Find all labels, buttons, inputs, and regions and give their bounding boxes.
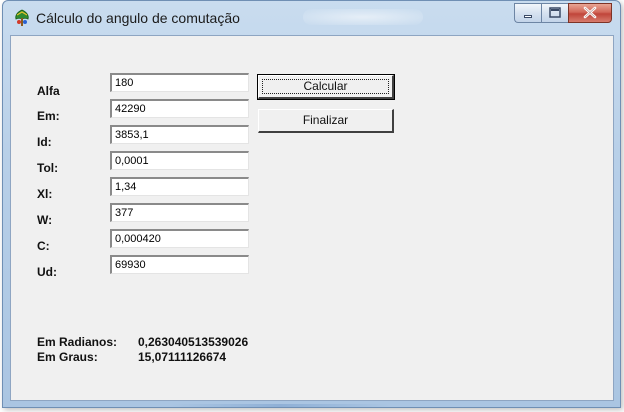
ud-label: Ud: [37, 265, 57, 279]
c-input[interactable]: 0,000420 [110, 229, 249, 248]
tol-label: Tol: [37, 161, 59, 175]
id-label: Id: [37, 135, 52, 149]
tol-input[interactable]: 0,0001 [110, 151, 249, 170]
app-icon[interactable] [13, 9, 31, 27]
calcular-button[interactable]: Calcular [257, 74, 395, 100]
radianos-label: Em Radianos: [37, 335, 118, 349]
em-input[interactable]: 42290 [110, 99, 249, 118]
window-bottom-highlight [170, 404, 390, 407]
id-input[interactable]: 3853,1 [110, 125, 249, 144]
minimize-button[interactable] [514, 3, 541, 23]
graus-value: 15,07111126674 [138, 350, 227, 364]
alfa-input[interactable]: 180 [110, 73, 249, 92]
radianos-value: 0,263040513539026 [138, 335, 249, 349]
caption-buttons [514, 3, 612, 23]
window-title: Cálculo do angulo de comutação [36, 10, 240, 26]
form-client-area: Alfa Em: Id: Tol: Xl: W: C: Ud: 180 4229… [10, 35, 614, 401]
close-icon [583, 6, 597, 19]
maximize-button[interactable] [541, 3, 568, 23]
w-label: W: [37, 213, 53, 227]
app-window: Cálculo do angulo de comutação Alfa Em: … [2, 0, 621, 408]
alfa-label: Alfa [37, 84, 60, 98]
minimize-icon [524, 15, 532, 18]
maximize-icon [549, 7, 561, 18]
xl-input[interactable]: 1,34 [110, 177, 249, 196]
w-input[interactable]: 377 [110, 203, 249, 222]
close-button[interactable] [568, 3, 612, 23]
c-label: C: [37, 239, 50, 253]
title-bar-glow [303, 9, 423, 25]
ud-input[interactable]: 69930 [110, 255, 249, 274]
graus-label: Em Graus: [37, 350, 98, 364]
xl-label: Xl: [37, 187, 53, 201]
em-label: Em: [37, 109, 60, 123]
finalizar-button-label: Finalizar [302, 113, 349, 127]
finalizar-button[interactable]: Finalizar [258, 109, 394, 133]
calcular-button-label: Calcular [303, 79, 348, 93]
title-bar[interactable]: Cálculo do angulo de comutação [3, 1, 620, 35]
